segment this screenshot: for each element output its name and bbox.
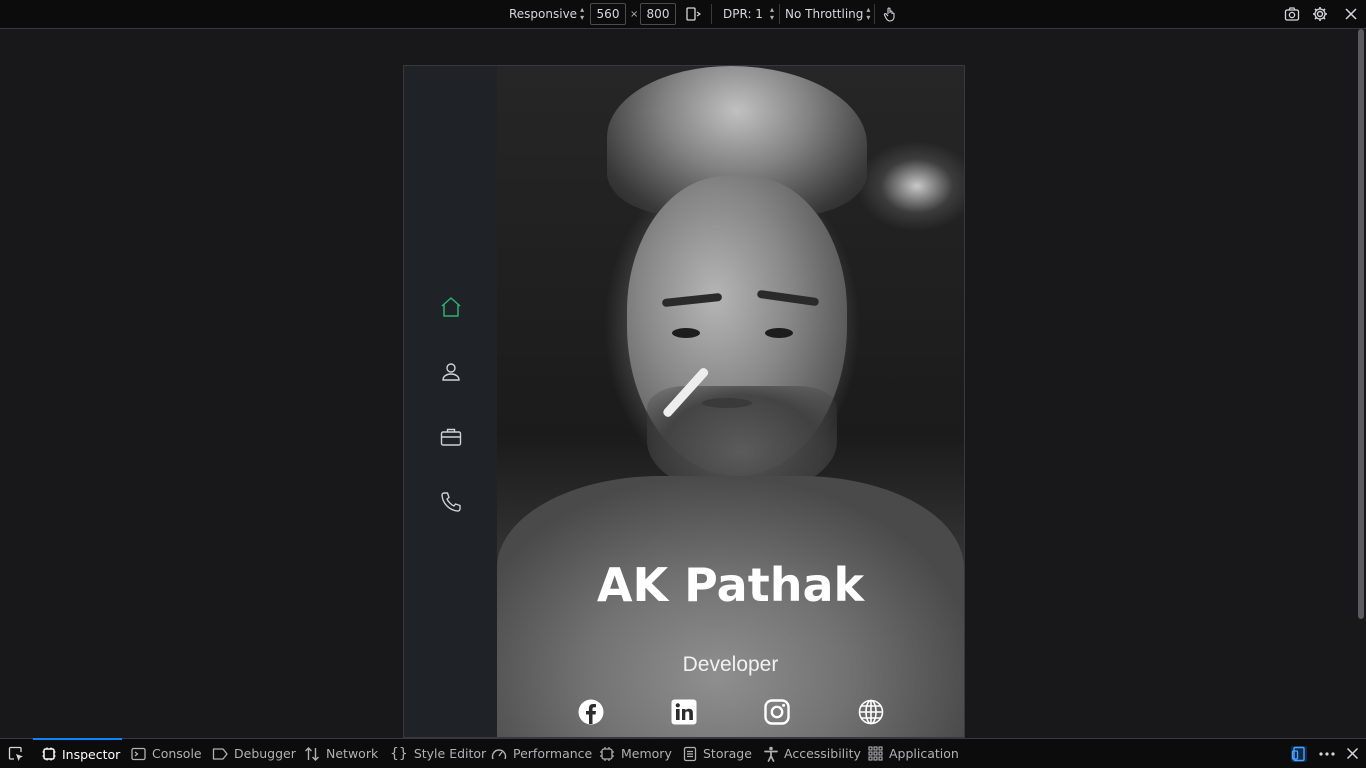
instagram-link[interactable] xyxy=(764,699,790,725)
tab-storage[interactable]: Storage xyxy=(683,739,752,768)
more-horizontal-icon xyxy=(1319,751,1335,756)
element-picker-icon xyxy=(8,746,23,761)
application-icon xyxy=(868,746,883,761)
tab-memory[interactable]: Memory xyxy=(599,739,672,768)
tab-label: Storage xyxy=(703,746,752,761)
debugger-icon xyxy=(212,747,228,760)
nav-about[interactable] xyxy=(439,360,463,384)
accessibility-icon xyxy=(764,746,778,762)
camera-icon xyxy=(1284,7,1300,21)
tab-label: Debugger xyxy=(234,746,296,761)
dpr-label: DPR: 1 xyxy=(723,7,763,21)
responsive-mode-icon xyxy=(1291,745,1307,762)
hero-photo-mouth xyxy=(702,398,752,408)
viewport-width-input[interactable] xyxy=(590,3,626,25)
dpr-selector[interactable]: DPR: 1 ▴ ▾ xyxy=(723,0,774,28)
close-icon xyxy=(1345,8,1357,20)
memory-icon xyxy=(600,746,614,761)
tab-label: Network xyxy=(326,746,379,761)
console-icon xyxy=(131,747,146,760)
responsive-design-toolbar: Responsive ▴▾ × DPR: 1 ▴▾ No Throttling … xyxy=(0,0,1366,29)
tab-label: Style Editor xyxy=(413,746,487,761)
site-sidebar xyxy=(404,66,497,737)
phone-icon xyxy=(441,492,461,512)
tab-label: Accessibility xyxy=(784,746,861,761)
tab-style-editor[interactable]: {} Style Editor xyxy=(390,739,486,768)
rotate-viewport-button[interactable] xyxy=(685,0,701,28)
tab-network[interactable]: Network xyxy=(304,739,378,768)
responsive-mode-toggle[interactable] xyxy=(1290,739,1314,768)
throttling-selector[interactable]: No Throttling ▴ ▾ xyxy=(785,0,870,28)
home-icon xyxy=(441,297,461,317)
hero-section: AK Pathak Developer xyxy=(497,66,964,737)
viewport-scrollbar[interactable] xyxy=(1356,29,1366,738)
settings-button[interactable] xyxy=(1312,0,1328,28)
hero-name: AK Pathak xyxy=(596,558,865,612)
more-options-button[interactable] xyxy=(1319,739,1341,768)
tab-performance[interactable]: Performance xyxy=(491,739,592,768)
user-icon xyxy=(442,363,460,381)
throttling-label: No Throttling xyxy=(785,7,864,21)
hero-role: Developer xyxy=(682,653,779,676)
tab-inspector[interactable]: Inspector xyxy=(33,738,122,768)
storage-icon xyxy=(683,746,697,761)
close-icon xyxy=(1346,747,1359,760)
website-link[interactable] xyxy=(858,699,884,725)
gear-icon xyxy=(1313,7,1327,21)
performance-icon xyxy=(491,748,507,759)
tab-application[interactable]: Application xyxy=(868,739,959,768)
tab-label: Performance xyxy=(513,746,593,761)
toolbar-separator xyxy=(711,4,712,24)
chevron-updown-icon: ▴ ▾ xyxy=(866,5,871,22)
facebook-link[interactable] xyxy=(578,699,604,725)
viewport-height-input[interactable] xyxy=(640,3,676,25)
globe-icon xyxy=(858,699,884,725)
style-editor-icon: {} xyxy=(390,745,408,762)
nav-contact[interactable] xyxy=(439,490,463,514)
nav-portfolio[interactable] xyxy=(439,425,463,449)
tab-label: Memory xyxy=(621,746,672,761)
touch-simulation-button[interactable] xyxy=(882,0,898,28)
tab-console[interactable]: Console xyxy=(131,739,202,768)
tab-label: Inspector xyxy=(62,746,121,762)
toolbar-separator xyxy=(874,4,875,24)
hero-photo-eye xyxy=(672,328,700,338)
linkedin-link[interactable] xyxy=(671,699,697,725)
tab-label: Application xyxy=(889,746,959,761)
screenshot-button[interactable] xyxy=(1284,0,1300,28)
close-rdm-button[interactable] xyxy=(1344,0,1358,28)
rotate-device-icon xyxy=(686,7,701,21)
chevron-updown-icon: ▴ ▾ xyxy=(580,5,585,22)
element-picker-button[interactable] xyxy=(8,739,30,768)
tab-accessibility[interactable]: Accessibility xyxy=(764,739,861,768)
linkedin-icon xyxy=(671,699,697,725)
network-icon xyxy=(305,746,319,761)
facebook-icon xyxy=(578,699,604,725)
toolbar-separator xyxy=(779,4,780,24)
chevron-updown-icon: ▴ ▾ xyxy=(769,5,774,22)
dimension-times: × xyxy=(630,8,639,20)
inspector-icon xyxy=(42,747,56,761)
tab-label: Console xyxy=(152,746,202,761)
device-viewport: AK Pathak Developer xyxy=(403,65,965,738)
hero-photo-eye xyxy=(765,328,793,338)
briefcase-icon xyxy=(440,428,462,446)
instagram-icon xyxy=(764,699,790,725)
device-selector-label: Responsive xyxy=(509,7,578,21)
scrollbar-thumb[interactable] xyxy=(1358,29,1364,619)
devtools-tab-bar: Inspector Console Debugger Network {} St… xyxy=(0,738,1366,768)
touch-hand-icon xyxy=(883,7,895,22)
nav-home[interactable] xyxy=(439,295,463,319)
close-devtools-button[interactable] xyxy=(1346,739,1365,768)
tab-debugger[interactable]: Debugger xyxy=(212,739,296,768)
device-selector[interactable]: Responsive ▴ ▾ xyxy=(509,0,584,28)
